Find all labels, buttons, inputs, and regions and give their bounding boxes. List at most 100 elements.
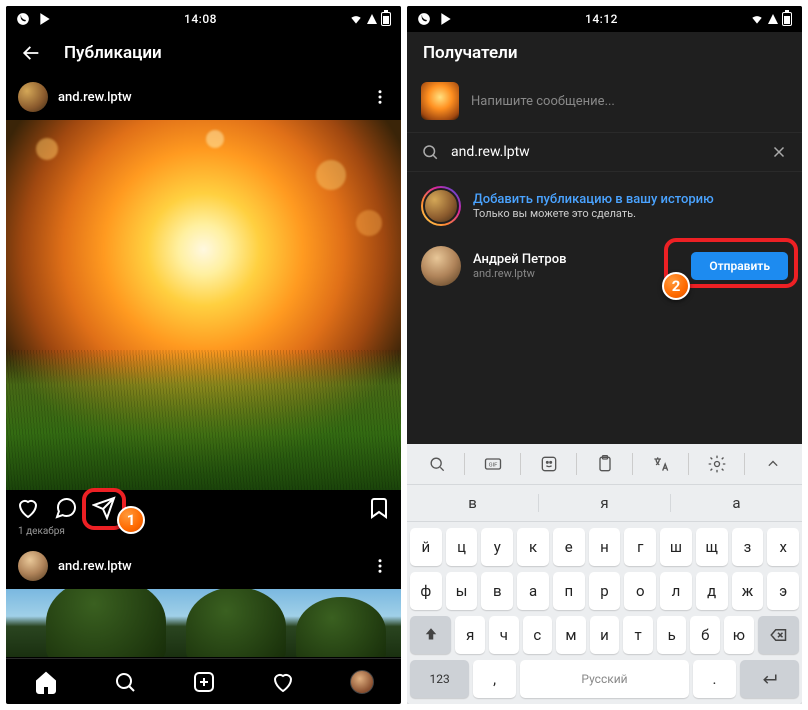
search-input[interactable]: and.rew.lptw bbox=[451, 144, 758, 160]
key[interactable]: о bbox=[624, 572, 656, 610]
wifi-icon bbox=[349, 12, 363, 26]
page-header: Публикации bbox=[6, 32, 401, 74]
key[interactable]: л bbox=[660, 572, 692, 610]
key[interactable]: н bbox=[589, 528, 621, 566]
post-thumbnail bbox=[421, 82, 459, 120]
clear-icon[interactable] bbox=[770, 143, 788, 161]
key-shift[interactable] bbox=[410, 616, 451, 654]
kb-search-icon[interactable] bbox=[413, 449, 460, 479]
key[interactable]: а bbox=[517, 572, 549, 610]
post-date: 1 декабря bbox=[6, 526, 401, 543]
suggestion[interactable]: а bbox=[671, 494, 802, 512]
key-space[interactable]: Русский bbox=[520, 660, 690, 698]
key[interactable]: щ bbox=[696, 528, 728, 566]
kb-settings-icon[interactable] bbox=[693, 449, 740, 479]
add-to-story-sub: Только вы можете это сделать. bbox=[473, 207, 788, 220]
post2-image[interactable] bbox=[6, 589, 401, 657]
add-to-story-row[interactable]: Добавить публикацию в вашу историю Тольк… bbox=[407, 176, 802, 236]
message-compose-row[interactable]: Напишите сообщение... bbox=[407, 74, 802, 128]
key[interactable]: е bbox=[553, 528, 585, 566]
share-icon[interactable] bbox=[92, 496, 116, 520]
key-period[interactable]: . bbox=[693, 660, 735, 698]
key[interactable]: п bbox=[553, 572, 585, 610]
post-image[interactable] bbox=[6, 120, 401, 490]
nav-add-icon[interactable] bbox=[192, 670, 216, 694]
key[interactable]: з bbox=[732, 528, 764, 566]
search-icon bbox=[421, 143, 439, 161]
avatar[interactable] bbox=[18, 551, 48, 581]
recipients-header: Получатели bbox=[407, 32, 802, 74]
kb-expand-icon[interactable] bbox=[749, 449, 796, 479]
key[interactable]: у bbox=[481, 528, 513, 566]
key[interactable]: й bbox=[410, 528, 442, 566]
bookmark-icon[interactable] bbox=[367, 496, 391, 520]
key[interactable]: ю bbox=[724, 616, 754, 654]
key[interactable]: р bbox=[589, 572, 621, 610]
kb-translate-icon[interactable] bbox=[637, 449, 684, 479]
like-icon[interactable] bbox=[16, 496, 40, 520]
back-icon[interactable] bbox=[20, 42, 42, 64]
page-title: Публикации bbox=[64, 43, 162, 63]
key-numeric[interactable]: 123 bbox=[410, 660, 469, 698]
nav-home-icon[interactable] bbox=[34, 670, 58, 694]
status-time: 14:12 bbox=[453, 12, 750, 26]
suggestion[interactable]: я bbox=[539, 494, 671, 512]
key-backspace[interactable] bbox=[758, 616, 799, 654]
viber-icon bbox=[16, 12, 30, 26]
message-input-placeholder[interactable]: Напишите сообщение... bbox=[471, 94, 615, 109]
status-indicators bbox=[349, 12, 391, 26]
key[interactable]: в bbox=[481, 572, 513, 610]
key-comma[interactable]: , bbox=[473, 660, 515, 698]
kb-clipboard-icon[interactable] bbox=[581, 449, 628, 479]
post-header[interactable]: and.rew.lptw bbox=[6, 74, 401, 120]
key-enter[interactable] bbox=[740, 660, 799, 698]
avatar[interactable] bbox=[421, 246, 461, 286]
comment-icon[interactable] bbox=[54, 496, 78, 520]
status-bar: 14:12 bbox=[407, 6, 802, 32]
keyboard-row-3: ячсмитьбю bbox=[410, 616, 799, 654]
key[interactable]: ч bbox=[489, 616, 519, 654]
key[interactable]: э bbox=[767, 572, 799, 610]
recipients-title: Получатели bbox=[423, 43, 518, 63]
send-button[interactable]: Отправить bbox=[691, 252, 788, 280]
suggestion[interactable]: в bbox=[407, 494, 539, 512]
key[interactable]: ь bbox=[657, 616, 687, 654]
key[interactable]: ш bbox=[660, 528, 692, 566]
viber-icon bbox=[417, 12, 431, 26]
key[interactable]: к bbox=[517, 528, 549, 566]
post2-header[interactable]: and.rew.lptw bbox=[6, 543, 401, 589]
badge-1: 1 bbox=[117, 506, 145, 534]
search-row[interactable]: and.rew.lptw bbox=[407, 137, 802, 167]
keyboard-row-2: фывапролджэ bbox=[410, 572, 799, 610]
key[interactable]: б bbox=[690, 616, 720, 654]
key[interactable]: ы bbox=[446, 572, 478, 610]
kb-gif-icon[interactable]: GIF bbox=[469, 449, 516, 479]
kb-sticker-icon[interactable] bbox=[525, 449, 572, 479]
status-bar: 14:08 bbox=[6, 6, 401, 32]
recipient-name: Андрей Петров bbox=[473, 252, 679, 267]
key[interactable]: ж bbox=[732, 572, 764, 610]
key[interactable]: я bbox=[455, 616, 485, 654]
key[interactable]: т bbox=[623, 616, 653, 654]
key[interactable]: ц bbox=[446, 528, 478, 566]
post-username[interactable]: and.rew.lptw bbox=[58, 559, 361, 574]
empty-area bbox=[407, 296, 802, 444]
wifi-icon bbox=[750, 12, 764, 26]
key[interactable]: м bbox=[556, 616, 586, 654]
status-indicators bbox=[750, 12, 792, 26]
key[interactable]: и bbox=[590, 616, 620, 654]
key[interactable]: д bbox=[696, 572, 728, 610]
key[interactable]: х bbox=[767, 528, 799, 566]
more-icon[interactable] bbox=[371, 557, 389, 575]
key[interactable]: с bbox=[523, 616, 553, 654]
nav-search-icon[interactable] bbox=[113, 670, 137, 694]
post-username[interactable]: and.rew.lptw bbox=[58, 90, 361, 105]
more-icon[interactable] bbox=[371, 88, 389, 106]
signal-icon bbox=[768, 14, 778, 24]
svg-text:GIF: GIF bbox=[488, 463, 498, 469]
key[interactable]: г bbox=[624, 528, 656, 566]
key[interactable]: ф bbox=[410, 572, 442, 610]
nav-activity-icon[interactable] bbox=[271, 670, 295, 694]
nav-profile-avatar[interactable] bbox=[350, 670, 374, 694]
avatar[interactable] bbox=[18, 82, 48, 112]
